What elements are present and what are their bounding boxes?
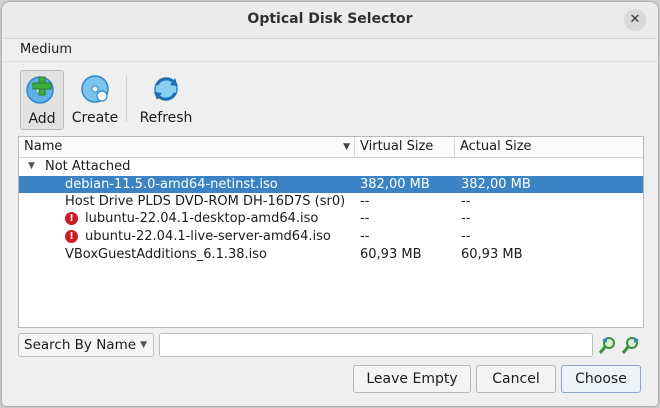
refresh-button[interactable]: Refresh [134, 70, 198, 128]
close-button[interactable]: ✕ [624, 9, 646, 31]
toolbar: Add Create Refresh [16, 66, 656, 130]
column-header-virtual-size[interactable]: Virtual Size [355, 137, 455, 157]
row-virtual-size: -- [360, 229, 370, 244]
row-actual-size: 60,93 MB [461, 247, 523, 262]
menu-medium[interactable]: Medium [20, 42, 72, 57]
column-header-name[interactable]: Name ▼ [19, 137, 355, 157]
row-name: Host Drive PLDS DVD-ROM DH-16D7S (sr0) [65, 194, 346, 209]
row-name: lubuntu-22.04.1-desktop-amd64.iso [85, 211, 319, 226]
refresh-icon [154, 77, 178, 101]
add-button[interactable]: Add [20, 70, 64, 130]
create-button[interactable]: Create [68, 70, 122, 128]
create-label: Create [71, 110, 119, 126]
row-virtual-size: -- [360, 211, 370, 226]
create-disk-icon [81, 75, 109, 103]
menu-bar: Medium [2, 39, 658, 62]
optical-disk-selector-dialog: Optical Disk Selector ✕ Medium Add Creat… [2, 2, 658, 406]
sort-down-icon: ▼ [343, 142, 350, 152]
row-name: debian-11.5.0-amd64-netinst.iso [65, 177, 278, 192]
table-row[interactable]: Host Drive PLDS DVD-ROM DH-16D7S (sr0) -… [19, 193, 643, 210]
row-virtual-size: 382,00 MB [360, 177, 430, 192]
toolbar-separator [126, 76, 127, 122]
table-row[interactable]: VBoxGuestAdditions_6.1.38.iso 60,93 MB 6… [19, 246, 643, 263]
search-bar: Search By Name ▼ [18, 333, 648, 359]
table-row[interactable]: ! lubuntu-22.04.1-desktop-amd64.iso -- -… [19, 210, 643, 227]
find-previous-icon[interactable] [598, 335, 618, 355]
column-name-label: Name [24, 139, 63, 154]
error-icon: ! [65, 212, 78, 225]
row-name: ubuntu-22.04.1-live-server-amd64.iso [85, 229, 331, 244]
expand-arrow-icon[interactable]: ▼ [28, 158, 35, 175]
row-actual-size: -- [461, 194, 471, 209]
column-header-actual-size[interactable]: Actual Size [455, 137, 643, 157]
row-actual-size: -- [461, 229, 471, 244]
row-name: VBoxGuestAdditions_6.1.38.iso [65, 247, 268, 262]
search-input[interactable] [159, 333, 593, 357]
row-actual-size: 382,00 MB [461, 177, 531, 192]
table-header: Name ▼ Virtual Size Actual Size [19, 137, 643, 158]
group-row-not-attached[interactable]: ▼ Not Attached [19, 158, 643, 175]
table-row[interactable]: ! ubuntu-22.04.1-live-server-amd64.iso -… [19, 228, 643, 245]
column-virtual-size-label: Virtual Size [360, 139, 434, 154]
row-virtual-size: -- [360, 194, 370, 209]
row-actual-size: -- [461, 211, 471, 226]
choose-button[interactable]: Choose [561, 365, 641, 393]
add-label: Add [28, 111, 56, 127]
chevron-down-icon: ▼ [140, 340, 147, 350]
find-next-icon[interactable] [621, 335, 641, 355]
window-title: Optical Disk Selector [247, 11, 413, 27]
add-disk-icon [26, 76, 54, 104]
refresh-label: Refresh [139, 110, 193, 126]
search-mode-label: Search By Name [24, 337, 137, 353]
error-icon: ! [65, 230, 78, 243]
leave-empty-button[interactable]: Leave Empty [353, 365, 471, 393]
cancel-button[interactable]: Cancel [476, 365, 556, 393]
row-virtual-size: 60,93 MB [360, 247, 422, 262]
title-bar: Optical Disk Selector ✕ [2, 2, 658, 39]
table-row[interactable]: debian-11.5.0-amd64-netinst.iso 382,00 M… [19, 176, 643, 193]
medium-tree[interactable]: Name ▼ Virtual Size Actual Size ▼ Not At… [18, 136, 644, 328]
column-actual-size-label: Actual Size [460, 139, 532, 154]
group-label: Not Attached [45, 159, 131, 174]
search-mode-select[interactable]: Search By Name ▼ [18, 333, 154, 357]
